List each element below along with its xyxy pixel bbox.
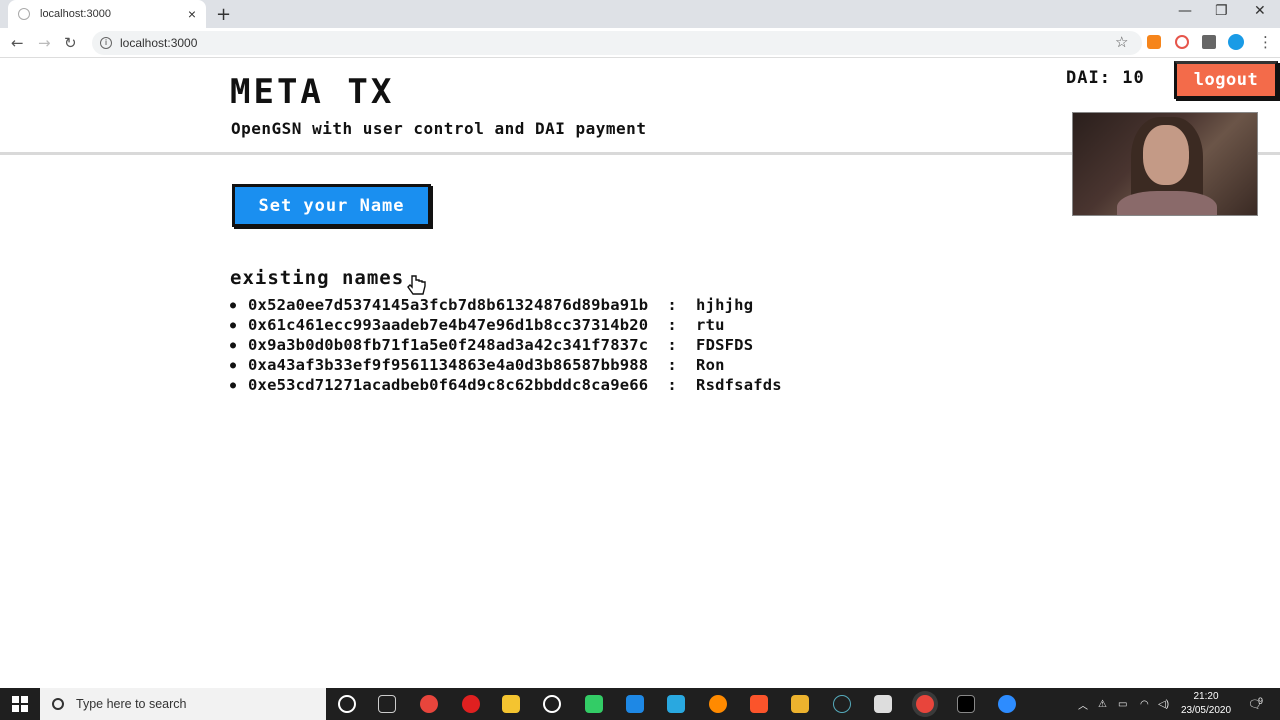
- clock-date: 23/05/2020: [1180, 705, 1232, 716]
- back-button[interactable]: ←: [11, 34, 24, 52]
- registered-name: rtu: [696, 316, 725, 334]
- page-content: META TX OpenGSN with user control and DA…: [0, 58, 1280, 688]
- list-item: ● 0xa43af3b33ef9f9561134863e4a0d3b86587bb…: [230, 356, 725, 374]
- chrome-icon[interactable]: [420, 695, 438, 713]
- twitch-icon[interactable]: [874, 695, 892, 713]
- taskbar-search[interactable]: Type here to search: [40, 688, 326, 720]
- star-icon[interactable]: ☆: [1115, 33, 1128, 51]
- address-text: localhost:3000: [120, 36, 198, 50]
- registered-name: FDSFDS: [696, 336, 754, 354]
- puzzle-icon[interactable]: [1202, 35, 1216, 49]
- dai-balance: DAI: 10: [1066, 68, 1145, 88]
- cortana-icon[interactable]: [338, 695, 356, 713]
- chrome-active-icon[interactable]: [916, 695, 934, 713]
- info-icon[interactable]: i: [100, 37, 112, 49]
- task-view-icon[interactable]: [378, 695, 396, 713]
- page-title: META TX: [230, 72, 395, 112]
- zoom-icon[interactable]: [998, 695, 1016, 713]
- search-placeholder: Type here to search: [76, 697, 187, 711]
- battery-icon[interactable]: ▭: [1118, 688, 1127, 720]
- extension-icon[interactable]: [1175, 35, 1189, 49]
- tray-app-icon[interactable]: ⚠: [1098, 688, 1107, 720]
- browser-tab-bar: localhost:3000 × + — ❐ ✕: [0, 0, 1280, 28]
- address: 0xe53cd71271acadbeb0f64d9c8c62bbddc8ca9e…: [248, 376, 649, 394]
- atom-icon[interactable]: [833, 695, 851, 713]
- notification-count: 9: [1258, 696, 1264, 706]
- close-window-button[interactable]: ✕: [1254, 3, 1266, 19]
- webcam-overlay: [1072, 112, 1258, 216]
- forward-button[interactable]: →: [38, 34, 51, 52]
- browser-tab[interactable]: localhost:3000 ×: [8, 0, 206, 28]
- opera-icon[interactable]: [462, 695, 480, 713]
- minimize-button[interactable]: —: [1178, 3, 1192, 19]
- address: 0xa43af3b33ef9f9561134863e4a0d3b86587bb9…: [248, 356, 649, 374]
- obs-icon[interactable]: [543, 695, 561, 713]
- reload-button[interactable]: ↻: [64, 34, 77, 52]
- maximize-button[interactable]: ❐: [1215, 3, 1228, 19]
- taskbar: Type here to search ︿ ⚠ ▭ ◠ ◁) 21:20 23/…: [0, 688, 1280, 720]
- terminal-icon[interactable]: [957, 695, 975, 713]
- globe-icon: [18, 8, 30, 20]
- list-item: ● 0xe53cd71271acadbeb0f64d9c8c62bbddc8ca9…: [230, 376, 782, 394]
- tab-title: localhost:3000: [40, 8, 111, 20]
- set-name-button[interactable]: Set your Name: [232, 184, 431, 227]
- app-icon[interactable]: [585, 695, 603, 713]
- network-icon[interactable]: ◠: [1140, 688, 1149, 720]
- taskbar-clock[interactable]: 21:20 23/05/2020: [1172, 690, 1240, 718]
- registered-name: hjhjhg: [696, 296, 754, 314]
- metamask-icon[interactable]: [1147, 35, 1161, 49]
- slack-icon[interactable]: [791, 695, 809, 713]
- address: 0x61c461ecc993aadeb7e4b47e96d1b8cc37314b…: [248, 316, 649, 334]
- browser-toolbar: ← → ↻ i localhost:3000: [0, 28, 1280, 58]
- page-subtitle: OpenGSN with user control and DAI paymen…: [231, 119, 647, 138]
- windows-icon: [12, 696, 28, 712]
- list-item: ● 0x9a3b0d0b08fb71f1a5e0f248ad3a42c341f78…: [230, 336, 754, 354]
- keybase-icon[interactable]: [667, 695, 685, 713]
- search-icon: [52, 698, 64, 710]
- address: 0x9a3b0d0b08fb71f1a5e0f248ad3a42c341f783…: [248, 336, 649, 354]
- clock-time: 21:20: [1193, 691, 1219, 702]
- logout-button[interactable]: logout: [1174, 61, 1278, 99]
- tab-close-icon[interactable]: ×: [188, 6, 196, 22]
- firefox-icon[interactable]: [709, 695, 727, 713]
- new-tab-button[interactable]: +: [216, 4, 231, 25]
- volume-icon[interactable]: ◁): [1158, 688, 1169, 720]
- registered-name: Ron: [696, 356, 725, 374]
- registered-name: Rsdfsafds: [696, 376, 782, 394]
- names-list: ● 0x52a0ee7d5374145a3fcb7d8b61324876d89ba…: [230, 296, 782, 396]
- file-explorer-icon[interactable]: [502, 695, 520, 713]
- dai-label: DAI:: [1066, 68, 1111, 88]
- list-item: ● 0x61c461ecc993aadeb7e4b47e96d1b8cc37314…: [230, 316, 725, 334]
- profile-icon[interactable]: [1228, 34, 1244, 50]
- hand-cursor-icon: [407, 275, 426, 295]
- start-button[interactable]: [0, 688, 40, 720]
- brave-icon[interactable]: [750, 695, 768, 713]
- list-item: ● 0x52a0ee7d5374145a3fcb7d8b61324876d89ba…: [230, 296, 754, 314]
- vscode-icon[interactable]: [626, 695, 644, 713]
- menu-icon[interactable]: ⋮: [1258, 33, 1273, 51]
- tray-chevron-icon[interactable]: ︿: [1078, 688, 1088, 720]
- address: 0x52a0ee7d5374145a3fcb7d8b61324876d89ba9…: [248, 296, 649, 314]
- existing-names-heading: existing names: [230, 267, 405, 289]
- dai-value: 10: [1122, 68, 1145, 88]
- address-bar[interactable]: i localhost:3000: [92, 31, 1142, 55]
